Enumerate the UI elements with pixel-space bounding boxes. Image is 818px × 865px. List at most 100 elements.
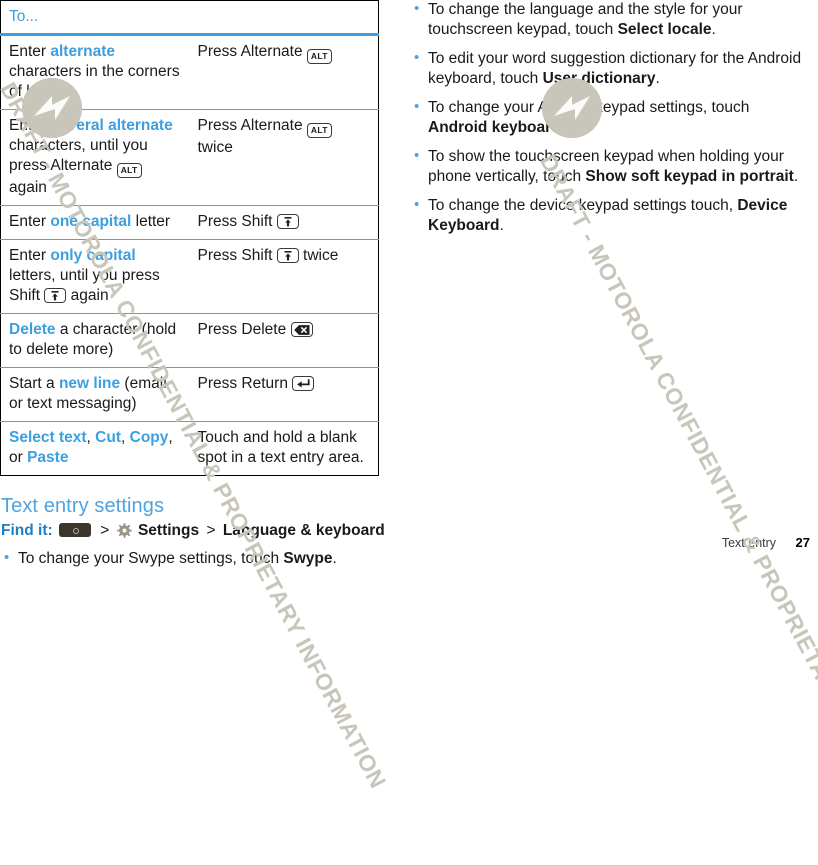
text-run: To change your Swype settings, touch	[18, 550, 284, 567]
highlighted-term: new line	[58, 375, 121, 392]
alt-key-icon: ALT	[116, 163, 142, 178]
text-run: Touch and hold a blank spot in a text en…	[197, 429, 364, 466]
text-run: Enter	[9, 247, 51, 264]
table-cell-result: Press Shift	[189, 205, 379, 240]
ui-term: Show soft keypad in portrait	[585, 168, 794, 185]
table-cell-action: Enter only capital letters, until you pr…	[0, 239, 190, 314]
highlighted-term: Copy	[129, 429, 169, 446]
table-cell-action: Enter alternate characters in the corner…	[1, 35, 190, 110]
text-run: twice	[197, 139, 233, 156]
list-item: To change the language and the style for…	[410, 0, 810, 40]
table-cell-result: Press Delete	[189, 313, 379, 368]
list-item: To change your Swype settings, touch Swy…	[0, 548, 380, 569]
table-cell-action: Select text, Cut, Copy, or Paste	[0, 421, 190, 476]
text-run: twice	[298, 247, 339, 264]
highlighted-term: Paste	[27, 449, 69, 466]
highlighted-term: Delete	[9, 321, 56, 338]
table-cell-result: Press Shift twice	[189, 239, 379, 314]
text-run: .	[655, 70, 660, 87]
keyboard-settings-bullet-list: To change the language and the style for…	[410, 0, 810, 236]
text-run: Press Shift	[197, 213, 277, 230]
list-item: To change your Android keypad settings, …	[410, 97, 810, 138]
highlighted-term: one capital	[50, 213, 132, 230]
highlighted-term: several alternate	[50, 117, 173, 134]
home-key-icon[interactable]	[58, 523, 91, 537]
section-title-text-entry-settings: Text entry settings	[1, 495, 165, 517]
manual-page: To... Enter alternate characters in the c…	[0, 0, 818, 568]
text-entry-settings-bullet-list: To change your Swype settings, touch Swy…	[0, 548, 380, 569]
gear-icon	[116, 523, 132, 544]
language-and-keyboard-label[interactable]: Language & keyboard	[223, 522, 385, 539]
delete-key-icon	[290, 322, 313, 337]
return-key-icon	[292, 376, 315, 391]
table-row: Enter only capital letters, until you pr…	[0, 239, 379, 314]
highlighted-term: Cut	[95, 429, 121, 446]
list-item: To edit your word suggestion dictionary …	[410, 48, 810, 89]
text-run: ,	[121, 429, 130, 446]
text-run: Enter	[9, 117, 51, 134]
highlighted-term: Select text	[9, 429, 87, 446]
text-run: To change your Android keypad settings, …	[428, 99, 750, 116]
right-column: To change the language and the style for…	[410, 0, 810, 245]
text-run: Press Delete	[197, 321, 291, 338]
text-run: again	[66, 287, 109, 304]
table-header-row: To...	[0, 0, 379, 36]
list-item: To change the device keypad settings tou…	[410, 195, 810, 236]
text-run: Enter	[9, 43, 51, 60]
table-row: Start a new line (email or text messagin…	[0, 367, 379, 422]
text-run: .	[793, 168, 799, 185]
ui-term: User dictionary	[542, 70, 656, 87]
shift-key-icon	[276, 214, 299, 229]
highlighted-term: only capital	[50, 247, 136, 264]
text-run: characters in the corners of keys	[9, 63, 180, 100]
text-entry-shortcuts-table: To... Enter alternate characters in the c…	[0, 0, 379, 476]
list-item: To show the touchscreen keypad when hold…	[410, 146, 810, 187]
ui-term: Android keyboard	[428, 119, 561, 136]
text-run: Enter	[9, 213, 51, 230]
text-run: Start a	[9, 375, 59, 392]
table-header-label: To...	[0, 0, 379, 36]
table-cell-action: Enter one capital letter	[0, 205, 190, 240]
table-cell-result: Press Return	[189, 367, 379, 422]
left-column: To... Enter alternate characters in the c…	[0, 0, 385, 569]
table-row: Enter one capital letter Press Shift	[0, 205, 379, 240]
path-separator-2: >	[206, 522, 216, 539]
table-row: Enter alternate characters in the corner…	[1, 35, 379, 110]
footer-section-name: Text entry	[721, 536, 777, 550]
text-run: Press Alternate	[197, 117, 307, 134]
find-it-path: Find it: > Settings > Language & keyboar…	[1, 521, 385, 544]
text-run: .	[332, 550, 337, 567]
table-row: Select text, Cut, Copy, or Paste Touch an…	[0, 421, 379, 476]
ui-term: Swype	[283, 550, 333, 567]
table-body: To... Enter alternate characters in the c…	[0, 0, 379, 476]
text-run: .	[711, 21, 716, 38]
ui-term: Select locale	[617, 21, 712, 38]
table-cell-action: Enter several alternate characters, unti…	[0, 109, 190, 206]
table-cell-action: Delete a character (hold to delete more)	[0, 313, 190, 368]
text-run: again	[9, 179, 47, 196]
table-cell-result: Press Alternate ALT twice	[189, 109, 379, 206]
table-row: Delete a character (hold to delete more)…	[0, 313, 379, 368]
text-run: To change the device keypad settings tou…	[428, 197, 738, 214]
table-cell-result: Press Alternate ALT	[190, 35, 379, 110]
highlighted-term: alternate	[50, 43, 115, 60]
table-row: Enter several alternate characters, unti…	[0, 109, 379, 206]
page-number: 27	[795, 535, 810, 550]
text-run: Press Alternate	[197, 43, 307, 60]
table-cell-result: Touch and hold a blank spot in a text en…	[189, 421, 379, 476]
text-run: Press Shift	[197, 247, 277, 264]
path-separator-1: >	[100, 522, 110, 539]
page-footer: Text entry 27	[722, 535, 810, 550]
shift-key-icon	[44, 288, 67, 303]
text-run: ,	[86, 429, 96, 446]
settings-label[interactable]: Settings	[138, 522, 199, 539]
table-cell-action: Start a new line (email or text messagin…	[0, 367, 190, 422]
text-run: .	[499, 217, 504, 234]
alt-key-icon: ALT	[306, 49, 332, 64]
text-run: .	[560, 119, 565, 136]
find-it-label: Find it:	[1, 522, 53, 539]
text-run: letter	[131, 213, 171, 230]
alt-key-icon: ALT	[306, 123, 332, 138]
shift-key-icon	[276, 248, 299, 263]
text-run: Press Return	[197, 375, 293, 392]
